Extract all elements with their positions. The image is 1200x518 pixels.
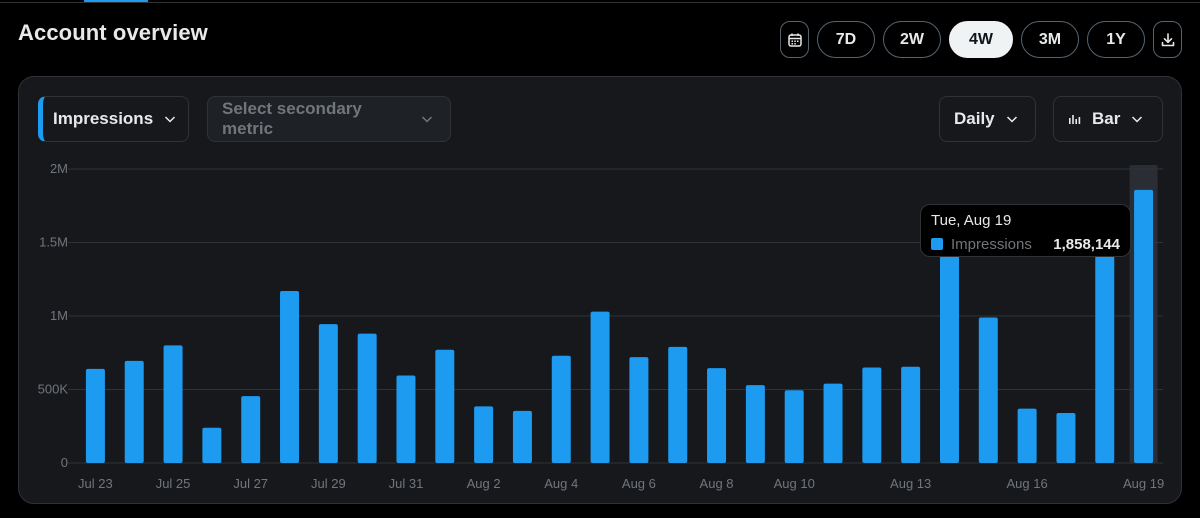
chart-type-label: Bar [1092,109,1121,128]
chart-type-select[interactable]: Bar [1053,96,1163,142]
range-2w-button[interactable]: 2W [883,21,941,58]
bar-aug-18 [1095,227,1115,463]
bar-aug-6 [629,357,649,463]
chevron-down-icon [1005,112,1019,126]
bar-aug-15 [978,317,998,463]
bar-jul-29 [318,324,338,463]
y-tick-label: 2M [50,161,68,176]
bar-chart-icon [1068,112,1082,126]
bar-aug-1 [435,349,455,463]
bar-aug-16 [1017,408,1037,463]
y-tick-label: 0 [61,455,68,470]
range-4w-button[interactable]: 4W [949,21,1013,58]
bar-aug-3 [512,410,532,463]
bar-aug-19 [1134,189,1154,463]
bar-aug-2 [474,406,494,463]
granularity-label: Daily [954,109,995,128]
x-tick-label: Aug 4 [544,476,578,491]
x-tick-label: Aug 8 [700,476,734,491]
x-tick-label: Aug 19 [1123,476,1164,491]
chart-tooltip: Tue, Aug 19 Impressions 1,858,144 [920,204,1131,257]
x-tick-label: Jul 29 [311,476,346,491]
y-tick-label: 500K [38,382,69,397]
bar-jul-25 [163,345,183,463]
bar-aug-10 [784,390,804,463]
x-tick-label: Aug 13 [890,476,931,491]
bar-aug-11 [823,383,843,463]
x-tick-label: Jul 23 [78,476,113,491]
download-button[interactable] [1153,21,1182,58]
page-title: Account overview [18,20,208,45]
bar-jul-30 [357,333,377,463]
bar-aug-4 [551,355,571,463]
secondary-metric-placeholder: Select secondary metric [222,99,362,138]
chevron-down-icon [1130,112,1144,126]
bar-aug-5 [590,311,610,463]
bar-aug-12 [862,367,882,463]
range-7d-button[interactable]: 7D [817,21,875,58]
primary-metric-select[interactable]: Impressions [38,96,189,142]
chart-panel: Impressions Select secondary metric Dail… [18,76,1182,504]
range-1y-button[interactable]: 1Y [1087,21,1145,58]
x-tick-label: Aug 2 [467,476,501,491]
date-range-toolbar: 7D 2W 4W 3M 1Y [780,21,1182,58]
x-tick-label: Jul 31 [389,476,424,491]
bar-aug-9 [745,385,765,463]
bar-jul-26 [202,427,222,463]
calendar-button[interactable] [780,21,809,58]
x-tick-label: Aug 6 [622,476,656,491]
chevron-down-icon [420,112,434,126]
tooltip-row: Impressions 1,858,144 [931,233,1120,255]
bar-aug-14 [939,224,959,463]
bar-aug-8 [707,368,727,463]
x-tick-label: Jul 27 [233,476,268,491]
bar-jul-28 [280,291,300,463]
divider [0,2,1200,3]
tooltip-swatch [931,238,943,250]
bar-aug-13 [901,366,921,463]
granularity-select[interactable]: Daily [939,96,1036,142]
bar-jul-23 [85,368,105,463]
tooltip-date: Tue, Aug 19 [931,212,1012,229]
download-icon [1161,32,1174,46]
bar-jul-31 [396,375,416,463]
bar-jul-27 [241,396,261,463]
secondary-metric-select[interactable]: Select secondary metric [207,96,451,142]
calendar-icon [787,33,802,47]
x-tick-label: Jul 25 [156,476,191,491]
range-3m-button[interactable]: 3M [1021,21,1079,58]
bar-aug-17 [1056,413,1076,463]
chevron-down-icon [163,112,177,126]
tooltip-metric: Impressions [951,235,1032,253]
bar-jul-24 [124,360,144,463]
x-tick-label: Aug 16 [1007,476,1048,491]
tooltip-value: 1,858,144 [1053,235,1120,253]
bar-aug-7 [668,346,688,463]
x-tick-label: Aug 10 [774,476,815,491]
y-tick-label: 1.5M [39,235,68,250]
y-tick-label: 1M [50,308,68,323]
primary-metric-label: Impressions [53,109,154,128]
